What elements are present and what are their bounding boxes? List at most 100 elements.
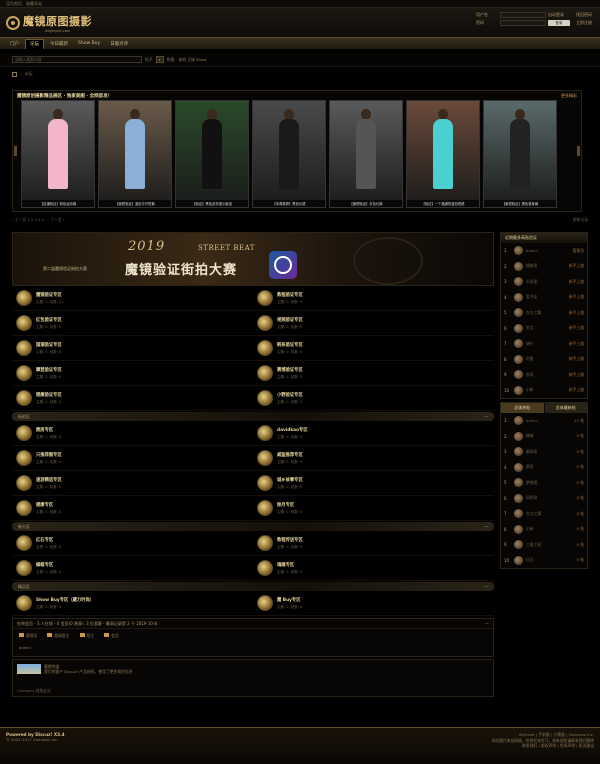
rank-row[interactable]: 8 小新 0 帖	[501, 522, 587, 538]
gallery-more-link[interactable]: 更多精彩	[561, 93, 577, 99]
forum-name[interactable]: 健康验证专区	[36, 392, 62, 398]
forum-name[interactable]: 健康专区	[36, 502, 61, 508]
forum-name[interactable]: 魂魄专区	[277, 562, 302, 568]
forum-name[interactable]: 赛博验证专区	[277, 367, 303, 373]
collapse-icon[interactable]: —	[485, 621, 489, 626]
forum-name[interactable]: 韩系验证专区	[277, 342, 303, 348]
site-logo[interactable]: 魔镜原图摄影 mojingpic.com	[6, 13, 92, 33]
page-links[interactable]: ‹ 上一页 1 2 3 4 5 ... 下一页 ›	[12, 217, 64, 223]
register-link[interactable]: 立即注册	[576, 20, 594, 26]
rank-username[interactable]: admin	[526, 248, 570, 253]
forum-item[interactable]: Show Buy专区（藏力时尚） 主题: 0, 帖数: 0	[12, 591, 253, 616]
collapse-icon[interactable]: —	[484, 414, 488, 419]
forum-name[interactable]: 速游精选专区	[36, 477, 62, 483]
rank-row[interactable]: 1 admin 管理员	[501, 243, 587, 259]
partner-logo[interactable]	[17, 664, 41, 674]
forum-item[interactable]: 韩系验证专区 主题: 0, 帖数: 0	[253, 336, 494, 361]
rank-username[interactable]: 三星之星	[526, 542, 574, 548]
section-header[interactable]: 街拍区 —	[12, 412, 494, 421]
forum-name[interactable]: 视频验证专区	[277, 317, 303, 323]
gallery-photo[interactable]: 【验证】一个路遇的蓝色短裙	[406, 100, 480, 208]
forum-name[interactable]: 威猛推荐专区	[277, 452, 303, 458]
rank-row[interactable]: 7 东方之翼 0 帖	[501, 506, 587, 522]
nav-review[interactable]: 日服点评	[106, 39, 132, 49]
forum-item[interactable]: 魂魄专区 主题: 0, 帖数: 0	[253, 556, 494, 581]
breadcrumb-forum[interactable]: 论坛	[25, 71, 33, 77]
rank-row[interactable]: 5 梦境图 0 帖	[501, 475, 587, 491]
rank-username[interactable]: 东方之翼	[526, 310, 566, 316]
rank-username[interactable]: 半街图	[526, 279, 566, 285]
rank-row[interactable]: 6 金月 新手上路	[501, 321, 587, 337]
nav-show-buy[interactable]: Show Buy	[74, 39, 104, 49]
rank-username[interactable]: 小新	[526, 526, 574, 532]
section-header[interactable]: 精品区 —	[12, 582, 494, 591]
rank-username[interactable]: 蜂蜡哥	[526, 263, 566, 269]
rank-username[interactable]: 凯风	[526, 372, 566, 378]
rank-row[interactable]: 10 红石 0 帖	[501, 553, 587, 569]
nav-forum[interactable]: 论坛	[25, 38, 44, 49]
avatar[interactable]	[514, 339, 523, 349]
forum-item[interactable]: 视频验证专区 主题: 0, 帖数: 0	[253, 311, 494, 336]
rank-row[interactable]: 4 爱书友 新手上路	[501, 290, 587, 306]
forum-item[interactable]: 红石专区 主题: 0, 帖数: 0	[12, 531, 253, 556]
forum-item[interactable]: 小野验证专区 主题: 0, 帖数: 0	[253, 386, 494, 411]
forum-name[interactable]: 国潮验证专区	[36, 342, 62, 348]
avatar[interactable]	[514, 323, 523, 333]
forum-item[interactable]: 红包验证专区 主题: 0, 帖数: 0	[12, 311, 253, 336]
avatar[interactable]	[514, 416, 523, 426]
nav-latest[interactable]: 今日最新	[46, 39, 72, 49]
avatar[interactable]	[514, 509, 523, 519]
avatar[interactable]	[514, 370, 523, 380]
forum-item[interactable]: 只推荐图专区 主题: 0, 帖数: 0	[12, 446, 253, 471]
gallery-photo[interactable]: 【魔镜验证】灰色长裤	[329, 100, 403, 208]
forum-item[interactable]: 魔 Buy专区 主题: 0, 帖数: 0	[253, 591, 494, 616]
login-button[interactable]: 登录	[548, 20, 570, 26]
gallery-photo[interactable]: 【魔镜验证】蓝色牛仔短裤	[98, 100, 172, 208]
rank-row[interactable]: 1 admin 21 帖	[501, 413, 587, 429]
gallery-photo[interactable]: 【本周推荐】黑色长裙	[252, 100, 326, 208]
forum-name[interactable]: 魔 Buy专区	[277, 597, 302, 603]
gallery-photo[interactable]: 【店铺验证】粉色运动裤	[21, 100, 95, 208]
search-input[interactable]: 请输入搜索内容	[12, 56, 142, 63]
forum-name[interactable]: 城乡故事专区	[277, 477, 303, 483]
forum-item[interactable]: 健康专区 主题: 0, 帖数: 0	[12, 496, 253, 521]
rank-row[interactable]: 10 小新 新手上路	[501, 383, 587, 399]
rank-username[interactable]: 爱书友	[526, 294, 566, 300]
rank-username[interactable]: 小新	[526, 387, 566, 393]
avatar[interactable]	[514, 431, 523, 441]
avatar[interactable]	[514, 493, 523, 503]
rank-row[interactable]: 3 秦岗哥 0 帖	[501, 444, 587, 460]
online-user-admin[interactable]: admin	[13, 643, 493, 656]
forum-item[interactable]: davidkao专区 主题: 0, 帖数: 0	[253, 421, 494, 446]
search-button[interactable]: ⌕	[155, 56, 164, 63]
forum-name[interactable]: davidkao专区	[277, 427, 308, 433]
rank-row[interactable]: 2 蜂蜡 0 帖	[501, 429, 587, 445]
forgot-password-link[interactable]: 找回密码	[576, 12, 594, 18]
forum-item[interactable]: 魔镜验证专区 主题: 2, 帖数: 21	[12, 286, 253, 311]
rank-row[interactable]: 8 阿星 新手上路	[501, 352, 587, 368]
forum-name[interactable]: 魔镜验证专区	[36, 292, 64, 298]
forum-name[interactable]: 厨房专区	[36, 427, 61, 433]
forum-item[interactable]: 除月专区 主题: 0, 帖数: 0	[253, 496, 494, 521]
forum-name[interactable]: 小野验证专区	[277, 392, 303, 398]
rank-username[interactable]: admin	[526, 418, 571, 423]
rank-username[interactable]: 东方之翼	[526, 511, 574, 517]
forum-item[interactable]: 教程验证专区 主题: 0, 帖数: 0	[253, 286, 494, 311]
forum-name[interactable]: 除月专区	[277, 502, 302, 508]
avatar[interactable]	[514, 540, 523, 550]
rank-username[interactable]: 蔡家	[526, 464, 574, 470]
tab-latest[interactable]: 总体最新帖	[544, 403, 587, 413]
friend-link-list[interactable]: Comsenz 其他友站	[17, 688, 51, 694]
forum-item[interactable]: 国潮验证专区 主题: 0, 帖数: 0	[12, 336, 253, 361]
gallery-photo[interactable]: 【验证】黑色连衣裙小姐姐	[175, 100, 249, 208]
forum-item[interactable]: 城乡故事专区 主题: 0, 帖数: 0	[253, 471, 494, 496]
nav-portal[interactable]: 门户	[6, 39, 23, 49]
avatar[interactable]	[514, 246, 523, 256]
forum-item[interactable]: 摩登验证专区 主题: 0, 帖数: 0	[12, 361, 253, 386]
rank-username[interactable]: 周明泽	[526, 495, 574, 501]
forum-item[interactable]: 厨房专区 主题: 0, 帖数: 0	[12, 421, 253, 446]
rank-username[interactable]: 秦岗哥	[526, 449, 574, 455]
forum-name[interactable]: 红包验证专区	[36, 317, 62, 323]
forum-item[interactable]: 威猛推荐专区 主题: 0, 帖数: 0	[253, 446, 494, 471]
forum-name[interactable]: 教程验证专区	[277, 292, 303, 298]
